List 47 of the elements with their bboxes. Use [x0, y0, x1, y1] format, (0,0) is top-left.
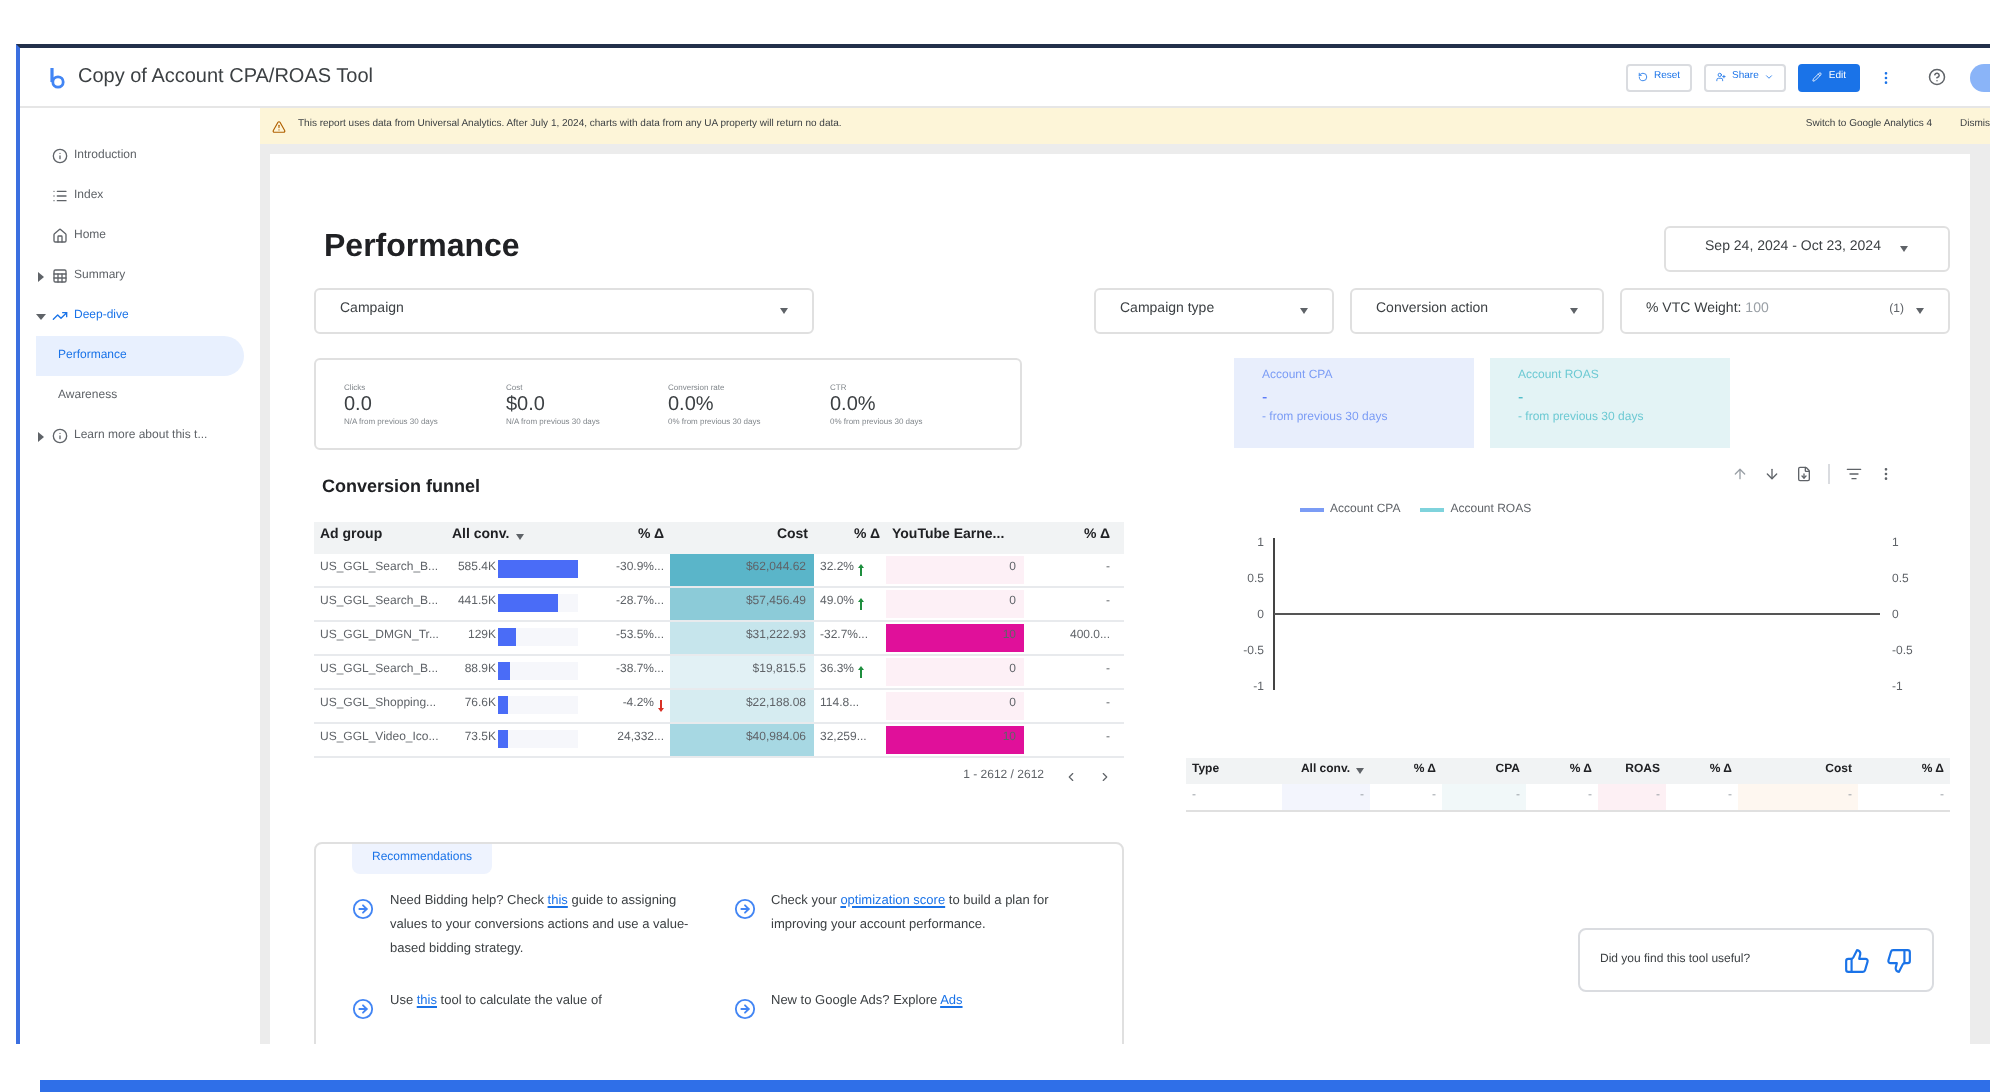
report-title: Copy of Account CPA/ROAS Tool [78, 64, 373, 92]
trend-line-icon [52, 308, 68, 324]
pencil-icon [1812, 72, 1823, 82]
caret-icon [1570, 308, 1578, 314]
arrow-circle-icon [352, 997, 374, 1019]
metric-value: 0.0% [668, 394, 716, 416]
logo-icon [48, 65, 66, 89]
arrow-circle-icon [733, 897, 755, 919]
up-arrow-icon [858, 597, 865, 609]
up-arrow-icon [858, 563, 865, 575]
metric-value: $0.0 [506, 394, 547, 416]
caret-icon [1900, 245, 1909, 251]
list-icon [52, 188, 68, 204]
caret-icon[interactable] [36, 271, 46, 281]
warning-icon [272, 119, 286, 133]
page-title: Performance [324, 228, 520, 268]
caret-icon [1300, 308, 1308, 314]
arrow-down-icon[interactable] [1764, 466, 1780, 482]
section-title: Conversion funnel [322, 474, 483, 500]
previous-page-icon[interactable] [1064, 770, 1078, 784]
info-icon [52, 428, 68, 444]
home-icon [52, 228, 68, 244]
up-arrow-icon [858, 665, 865, 677]
caret-icon [1916, 308, 1924, 314]
caret-icon[interactable] [36, 311, 46, 321]
export-icon[interactable] [1796, 466, 1812, 482]
sort-caret-icon [515, 534, 524, 540]
info-icon [52, 148, 68, 164]
sort-caret-icon [1356, 768, 1364, 774]
kpi-value: - [1262, 386, 1270, 410]
metric-value: 0.0% [830, 394, 878, 416]
arrow-circle-icon [352, 897, 374, 919]
help-icon[interactable] [1928, 68, 1946, 86]
kpi-value: - [1518, 386, 1526, 410]
arrow-circle-icon [733, 997, 755, 1019]
down-arrow-icon [658, 699, 664, 711]
add-person-icon [1716, 72, 1727, 82]
thumbs-down-icon[interactable] [1886, 947, 1912, 973]
caret-icon [780, 308, 788, 314]
caret-icon [1764, 72, 1775, 82]
filter-icon[interactable] [1846, 466, 1862, 482]
next-page-icon[interactable] [1098, 770, 1112, 784]
thumbs-up-icon[interactable] [1844, 947, 1870, 973]
table-icon [52, 268, 68, 284]
undo-icon [1637, 72, 1648, 82]
metric-value: 0.0 [344, 394, 374, 416]
caret-icon[interactable] [36, 431, 46, 441]
